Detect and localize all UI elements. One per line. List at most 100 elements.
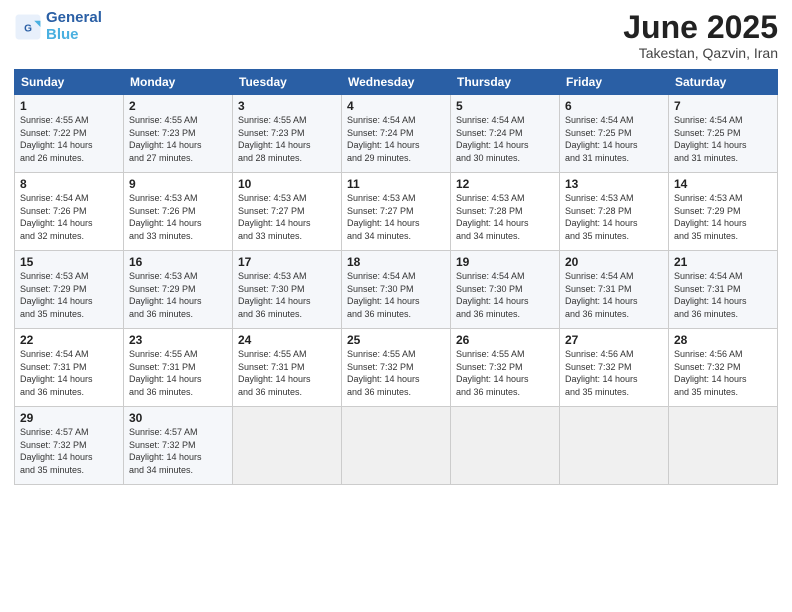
day-number: 5 bbox=[456, 99, 554, 113]
day-number: 25 bbox=[347, 333, 445, 347]
day-number: 12 bbox=[456, 177, 554, 191]
calendar-cell: 16Sunrise: 4:53 AM Sunset: 7:29 PM Dayli… bbox=[124, 251, 233, 329]
day-info: Sunrise: 4:56 AM Sunset: 7:32 PM Dayligh… bbox=[565, 348, 663, 398]
day-info: Sunrise: 4:56 AM Sunset: 7:32 PM Dayligh… bbox=[674, 348, 772, 398]
day-number: 10 bbox=[238, 177, 336, 191]
calendar-cell bbox=[342, 407, 451, 485]
day-info: Sunrise: 4:54 AM Sunset: 7:31 PM Dayligh… bbox=[565, 270, 663, 320]
day-number: 3 bbox=[238, 99, 336, 113]
day-info: Sunrise: 4:55 AM Sunset: 7:31 PM Dayligh… bbox=[238, 348, 336, 398]
day-number: 15 bbox=[20, 255, 118, 269]
day-info: Sunrise: 4:53 AM Sunset: 7:30 PM Dayligh… bbox=[238, 270, 336, 320]
day-info: Sunrise: 4:55 AM Sunset: 7:32 PM Dayligh… bbox=[456, 348, 554, 398]
day-info: Sunrise: 4:53 AM Sunset: 7:28 PM Dayligh… bbox=[456, 192, 554, 242]
calendar-cell bbox=[233, 407, 342, 485]
day-info: Sunrise: 4:54 AM Sunset: 7:25 PM Dayligh… bbox=[674, 114, 772, 164]
header: G General Blue June 2025 Takestan, Qazvi… bbox=[14, 10, 778, 61]
week-row-5: 29Sunrise: 4:57 AM Sunset: 7:32 PM Dayli… bbox=[15, 407, 778, 485]
day-info: Sunrise: 4:54 AM Sunset: 7:25 PM Dayligh… bbox=[565, 114, 663, 164]
calendar-cell: 2Sunrise: 4:55 AM Sunset: 7:23 PM Daylig… bbox=[124, 95, 233, 173]
day-info: Sunrise: 4:54 AM Sunset: 7:31 PM Dayligh… bbox=[20, 348, 118, 398]
day-number: 1 bbox=[20, 99, 118, 113]
day-number: 20 bbox=[565, 255, 663, 269]
day-number: 13 bbox=[565, 177, 663, 191]
day-number: 9 bbox=[129, 177, 227, 191]
calendar-cell: 13Sunrise: 4:53 AM Sunset: 7:28 PM Dayli… bbox=[560, 173, 669, 251]
day-info: Sunrise: 4:53 AM Sunset: 7:26 PM Dayligh… bbox=[129, 192, 227, 242]
calendar-cell: 14Sunrise: 4:53 AM Sunset: 7:29 PM Dayli… bbox=[669, 173, 778, 251]
day-info: Sunrise: 4:55 AM Sunset: 7:31 PM Dayligh… bbox=[129, 348, 227, 398]
calendar-cell: 11Sunrise: 4:53 AM Sunset: 7:27 PM Dayli… bbox=[342, 173, 451, 251]
dow-header-sunday: Sunday bbox=[15, 70, 124, 95]
calendar-cell: 23Sunrise: 4:55 AM Sunset: 7:31 PM Dayli… bbox=[124, 329, 233, 407]
day-number: 22 bbox=[20, 333, 118, 347]
day-info: Sunrise: 4:55 AM Sunset: 7:22 PM Dayligh… bbox=[20, 114, 118, 164]
calendar-cell: 25Sunrise: 4:55 AM Sunset: 7:32 PM Dayli… bbox=[342, 329, 451, 407]
days-of-week-row: SundayMondayTuesdayWednesdayThursdayFrid… bbox=[15, 70, 778, 95]
page: G General Blue June 2025 Takestan, Qazvi… bbox=[0, 0, 792, 612]
calendar-cell: 19Sunrise: 4:54 AM Sunset: 7:30 PM Dayli… bbox=[451, 251, 560, 329]
day-info: Sunrise: 4:53 AM Sunset: 7:27 PM Dayligh… bbox=[238, 192, 336, 242]
day-info: Sunrise: 4:54 AM Sunset: 7:24 PM Dayligh… bbox=[456, 114, 554, 164]
day-info: Sunrise: 4:53 AM Sunset: 7:28 PM Dayligh… bbox=[565, 192, 663, 242]
calendar-cell: 26Sunrise: 4:55 AM Sunset: 7:32 PM Dayli… bbox=[451, 329, 560, 407]
dow-header-wednesday: Wednesday bbox=[342, 70, 451, 95]
logo-line1: General bbox=[46, 10, 102, 27]
calendar-cell bbox=[560, 407, 669, 485]
calendar-cell: 17Sunrise: 4:53 AM Sunset: 7:30 PM Dayli… bbox=[233, 251, 342, 329]
day-number: 2 bbox=[129, 99, 227, 113]
day-number: 16 bbox=[129, 255, 227, 269]
day-number: 23 bbox=[129, 333, 227, 347]
week-row-1: 1Sunrise: 4:55 AM Sunset: 7:22 PM Daylig… bbox=[15, 95, 778, 173]
day-number: 24 bbox=[238, 333, 336, 347]
calendar-cell: 9Sunrise: 4:53 AM Sunset: 7:26 PM Daylig… bbox=[124, 173, 233, 251]
calendar-cell bbox=[669, 407, 778, 485]
day-number: 8 bbox=[20, 177, 118, 191]
dow-header-friday: Friday bbox=[560, 70, 669, 95]
svg-text:G: G bbox=[24, 23, 32, 34]
day-info: Sunrise: 4:54 AM Sunset: 7:31 PM Dayligh… bbox=[674, 270, 772, 320]
day-info: Sunrise: 4:55 AM Sunset: 7:23 PM Dayligh… bbox=[238, 114, 336, 164]
day-number: 11 bbox=[347, 177, 445, 191]
calendar-cell: 12Sunrise: 4:53 AM Sunset: 7:28 PM Dayli… bbox=[451, 173, 560, 251]
day-info: Sunrise: 4:54 AM Sunset: 7:30 PM Dayligh… bbox=[347, 270, 445, 320]
dow-header-thursday: Thursday bbox=[451, 70, 560, 95]
calendar-cell: 18Sunrise: 4:54 AM Sunset: 7:30 PM Dayli… bbox=[342, 251, 451, 329]
day-number: 21 bbox=[674, 255, 772, 269]
calendar-cell: 10Sunrise: 4:53 AM Sunset: 7:27 PM Dayli… bbox=[233, 173, 342, 251]
calendar-cell: 22Sunrise: 4:54 AM Sunset: 7:31 PM Dayli… bbox=[15, 329, 124, 407]
day-number: 26 bbox=[456, 333, 554, 347]
day-info: Sunrise: 4:55 AM Sunset: 7:32 PM Dayligh… bbox=[347, 348, 445, 398]
calendar-cell: 1Sunrise: 4:55 AM Sunset: 7:22 PM Daylig… bbox=[15, 95, 124, 173]
day-number: 27 bbox=[565, 333, 663, 347]
calendar-cell: 28Sunrise: 4:56 AM Sunset: 7:32 PM Dayli… bbox=[669, 329, 778, 407]
day-number: 14 bbox=[674, 177, 772, 191]
location: Takestan, Qazvin, Iran bbox=[623, 45, 778, 61]
calendar-body: 1Sunrise: 4:55 AM Sunset: 7:22 PM Daylig… bbox=[15, 95, 778, 485]
calendar-cell: 21Sunrise: 4:54 AM Sunset: 7:31 PM Dayli… bbox=[669, 251, 778, 329]
month-title: June 2025 bbox=[623, 10, 778, 45]
day-info: Sunrise: 4:57 AM Sunset: 7:32 PM Dayligh… bbox=[20, 426, 118, 476]
day-number: 29 bbox=[20, 411, 118, 425]
calendar-cell: 6Sunrise: 4:54 AM Sunset: 7:25 PM Daylig… bbox=[560, 95, 669, 173]
day-number: 17 bbox=[238, 255, 336, 269]
day-info: Sunrise: 4:53 AM Sunset: 7:29 PM Dayligh… bbox=[129, 270, 227, 320]
day-info: Sunrise: 4:53 AM Sunset: 7:29 PM Dayligh… bbox=[20, 270, 118, 320]
calendar-cell: 15Sunrise: 4:53 AM Sunset: 7:29 PM Dayli… bbox=[15, 251, 124, 329]
logo-icon: G bbox=[14, 13, 42, 41]
dow-header-tuesday: Tuesday bbox=[233, 70, 342, 95]
calendar-cell: 8Sunrise: 4:54 AM Sunset: 7:26 PM Daylig… bbox=[15, 173, 124, 251]
title-block: June 2025 Takestan, Qazvin, Iran bbox=[623, 10, 778, 61]
week-row-2: 8Sunrise: 4:54 AM Sunset: 7:26 PM Daylig… bbox=[15, 173, 778, 251]
day-info: Sunrise: 4:57 AM Sunset: 7:32 PM Dayligh… bbox=[129, 426, 227, 476]
calendar-cell bbox=[451, 407, 560, 485]
day-number: 6 bbox=[565, 99, 663, 113]
day-info: Sunrise: 4:53 AM Sunset: 7:27 PM Dayligh… bbox=[347, 192, 445, 242]
week-row-4: 22Sunrise: 4:54 AM Sunset: 7:31 PM Dayli… bbox=[15, 329, 778, 407]
calendar-cell: 30Sunrise: 4:57 AM Sunset: 7:32 PM Dayli… bbox=[124, 407, 233, 485]
logo-line2: Blue bbox=[46, 27, 102, 44]
day-info: Sunrise: 4:53 AM Sunset: 7:29 PM Dayligh… bbox=[674, 192, 772, 242]
calendar-cell: 27Sunrise: 4:56 AM Sunset: 7:32 PM Dayli… bbox=[560, 329, 669, 407]
calendar-table: SundayMondayTuesdayWednesdayThursdayFrid… bbox=[14, 69, 778, 485]
calendar-cell: 7Sunrise: 4:54 AM Sunset: 7:25 PM Daylig… bbox=[669, 95, 778, 173]
